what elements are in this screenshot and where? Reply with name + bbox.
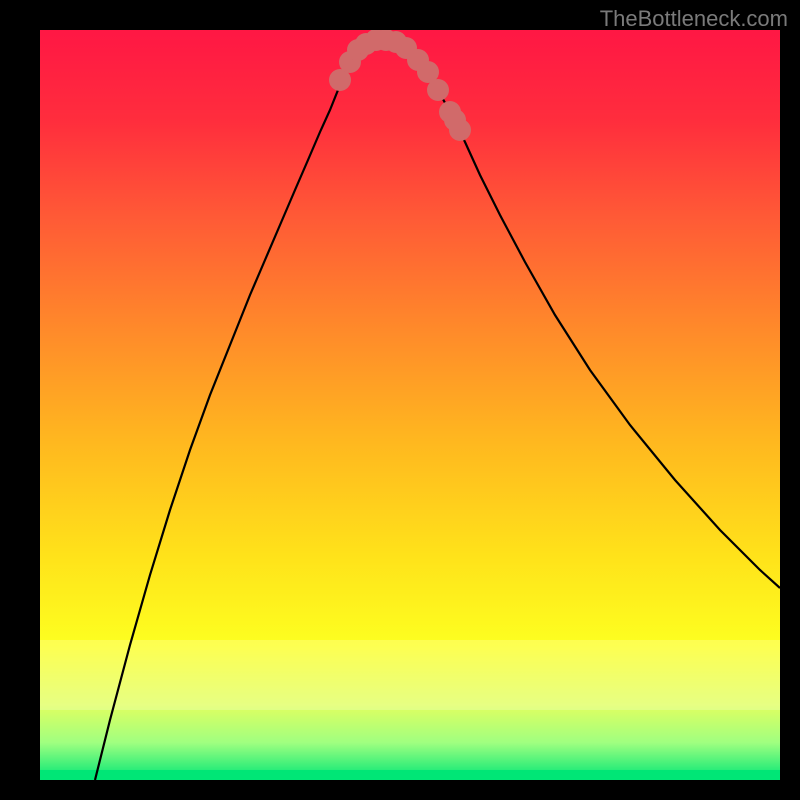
- bottleneck-chart: [40, 30, 780, 780]
- data-dot: [427, 79, 449, 101]
- data-dot: [449, 119, 471, 141]
- chart-svg: [40, 30, 780, 780]
- watermark-label: TheBottleneck.com: [600, 6, 788, 32]
- green-strip: [40, 770, 780, 780]
- highlight-band: [40, 640, 780, 710]
